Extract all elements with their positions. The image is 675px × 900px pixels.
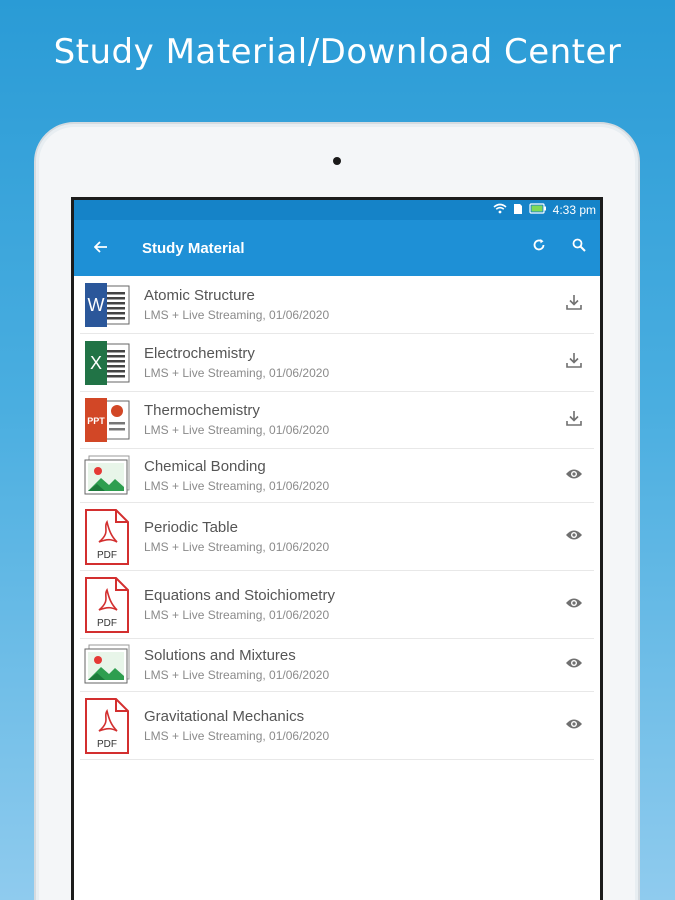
item-meta: LMS + Live Streaming, 01/06/2020: [144, 728, 330, 743]
image-file-icon: [82, 454, 132, 498]
status-time: 4:33 pm: [552, 203, 596, 217]
list-item-text: Electrochemistry LMS + Live Streaming, 0…: [144, 345, 554, 381]
camera-dot: [333, 157, 341, 165]
svg-text:PPT: PPT: [87, 416, 105, 426]
pdf-file-icon: PDF: [82, 697, 132, 755]
device-screen: 4:33 pm Study Material W Atomic Structur…: [71, 197, 603, 900]
list-item-text: Solutions and Mixtures LMS + Live Stream…: [144, 647, 554, 683]
item-meta: LMS + Live Streaming, 01/06/2020: [144, 539, 330, 554]
battery-icon: [529, 203, 547, 217]
list-item[interactable]: PDF Periodic Table LMS + Live Streaming,…: [80, 503, 594, 571]
eye-icon: [565, 467, 583, 484]
item-meta: LMS + Live Streaming, 01/06/2020: [144, 423, 330, 437]
item-meta: LMS + Live Streaming, 01/06/2020: [144, 478, 330, 493]
eye-icon: [565, 717, 583, 734]
list-item[interactable]: W Atomic Structure LMS + Live Streaming,…: [80, 276, 594, 334]
material-list: W Atomic Structure LMS + Live Streaming,…: [74, 276, 600, 760]
list-item-text: Chemical Bonding LMS + Live Streaming, 0…: [144, 458, 554, 494]
list-item-text: Atomic Structure LMS + Live Streaming, 0…: [144, 287, 554, 323]
sim-icon: [513, 203, 523, 218]
eye-icon: [565, 528, 583, 545]
item-meta: LMS + Live Streaming, 01/06/2020: [144, 668, 330, 682]
arrow-left-icon: [93, 240, 107, 253]
search-icon: [572, 238, 586, 252]
svg-text:PDF: PDF: [97, 550, 117, 561]
tablet-frame: 4:33 pm Study Material W Atomic Structur…: [34, 122, 640, 900]
download-icon: [565, 353, 583, 373]
app-bar: Study Material: [74, 220, 600, 276]
refresh-button[interactable]: [532, 238, 546, 256]
view-button[interactable]: [554, 528, 594, 546]
svg-text:PDF: PDF: [97, 618, 117, 629]
item-name: Chemical Bonding: [144, 457, 266, 475]
list-item[interactable]: X Electrochemistry LMS + Live Streaming,…: [80, 334, 594, 392]
svg-text:W: W: [88, 295, 105, 315]
list-item[interactable]: PDF Equations and Stoichiometry LMS + Li…: [80, 571, 594, 639]
ppt-file-icon: PPT: [82, 396, 132, 444]
item-name: Periodic Table: [144, 518, 238, 536]
word-file-icon: W: [82, 281, 132, 329]
item-meta: LMS + Live Streaming, 01/06/2020: [144, 307, 330, 322]
eye-icon: [565, 656, 583, 673]
list-item-text: Equations and Stoichiometry LMS + Live S…: [144, 587, 554, 623]
back-button[interactable]: [93, 238, 134, 259]
page-title: Study Material: [142, 239, 245, 257]
image-file-icon: [82, 643, 132, 687]
svg-text:PDF: PDF: [97, 739, 117, 750]
refresh-icon: [533, 239, 545, 251]
item-name: Gravitational Mechanics: [144, 707, 305, 725]
view-button[interactable]: [554, 596, 594, 614]
item-name: Thermochemistry: [144, 402, 260, 419]
item-meta: LMS + Live Streaming, 01/06/2020: [144, 365, 330, 380]
list-item[interactable]: PDF Gravitational Mechanics LMS + Live S…: [80, 692, 594, 760]
item-name: Equations and Stoichiometry: [144, 586, 335, 604]
status-bar: 4:33 pm: [74, 200, 600, 220]
item-name: Solutions and Mixtures: [144, 647, 296, 664]
download-button[interactable]: [554, 409, 594, 432]
list-item[interactable]: PPT Thermochemistry LMS + Live Streaming…: [80, 392, 594, 449]
list-item[interactable]: Chemical Bonding LMS + Live Streaming, 0…: [80, 449, 594, 503]
download-button[interactable]: [554, 293, 594, 316]
item-meta: LMS + Live Streaming, 01/06/2020: [144, 607, 330, 622]
view-button[interactable]: [554, 717, 594, 735]
headline: Study Material/Download Center: [53, 32, 622, 72]
list-item-text: Gravitational Mechanics LMS + Live Strea…: [144, 708, 554, 744]
list-item[interactable]: Solutions and Mixtures LMS + Live Stream…: [80, 639, 594, 692]
wifi-icon: [493, 203, 507, 217]
list-item-text: Periodic Table LMS + Live Streaming, 01/…: [144, 519, 554, 555]
svg-text:X: X: [90, 353, 102, 373]
item-name: Atomic Structure: [144, 286, 255, 304]
pdf-file-icon: PDF: [82, 576, 132, 634]
download-icon: [565, 295, 583, 315]
download-button[interactable]: [554, 351, 594, 374]
view-button[interactable]: [554, 656, 594, 674]
pdf-file-icon: PDF: [82, 508, 132, 566]
list-item-text: Thermochemistry LMS + Live Streaming, 01…: [144, 402, 554, 438]
view-button[interactable]: [554, 467, 594, 485]
item-name: Electrochemistry: [144, 344, 255, 362]
excel-file-icon: X: [82, 339, 132, 387]
download-icon: [565, 410, 583, 431]
search-button[interactable]: [572, 238, 586, 256]
eye-icon: [565, 596, 583, 613]
